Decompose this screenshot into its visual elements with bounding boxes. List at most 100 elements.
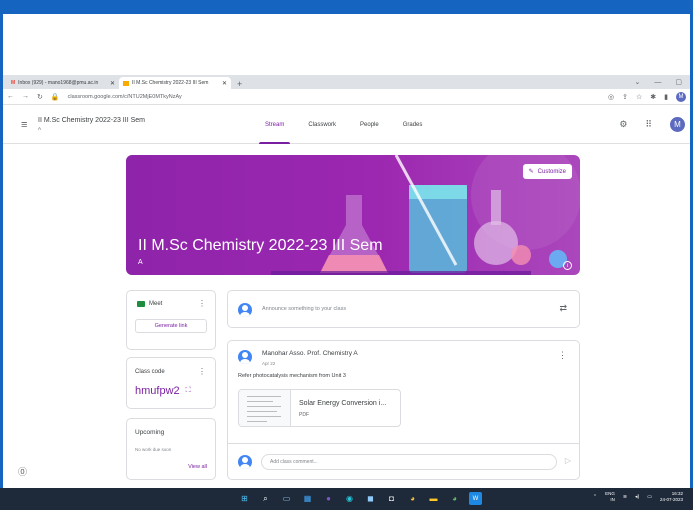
windows-taskbar: ⊞ ⌕ ▭ ▦ ● ◉ ◼ ◘ ◕ ▬ ◕ W ⌃ ENG IN ≋ ◂) ▭ … xyxy=(0,488,693,510)
post-date: Apr 22 xyxy=(262,361,276,366)
avatar xyxy=(238,455,252,469)
view-all-link[interactable]: View all xyxy=(188,464,207,470)
pencil-icon: ✎ xyxy=(528,169,534,175)
avatar xyxy=(238,350,252,364)
upcoming-card: Upcoming No work due soon View all xyxy=(126,418,216,480)
class-code-card: Class code ⋮ hmufpw2 ⛶ xyxy=(126,357,216,409)
class-code-label: Class code xyxy=(135,369,165,375)
classroom-header: ≡ II M.Sc Chemistry 2022-23 III Sem A St… xyxy=(3,105,690,144)
chrome-profile-icon[interactable]: ◕ xyxy=(448,492,461,505)
google-lens-icon[interactable]: ◎ xyxy=(608,93,614,101)
banner-section: A xyxy=(138,259,143,266)
attachment-title: Solar Energy Conversion i... xyxy=(299,400,387,407)
browser-profile-avatar[interactable]: M xyxy=(676,91,686,102)
share-icon[interactable]: ⇪ xyxy=(622,93,628,101)
chat-icon[interactable]: ● xyxy=(322,492,335,505)
wifi-icon[interactable]: ≋ xyxy=(623,494,627,500)
post-body: Refer photocatalysis mechanism from Unit… xyxy=(238,373,346,379)
post-author: Manohar Asso. Prof. Chemistry A xyxy=(262,350,358,357)
store-icon[interactable]: ◼ xyxy=(364,492,377,505)
reload-icon[interactable]: ↻ xyxy=(37,93,43,101)
gear-icon[interactable]: ⚙ xyxy=(619,119,627,130)
customize-label: Customize xyxy=(537,168,566,175)
edge-icon[interactable]: ◉ xyxy=(343,492,356,505)
language-indicator[interactable]: ENG IN xyxy=(605,491,615,503)
meet-card: Meet ⋮ Generate link xyxy=(126,290,216,350)
forward-icon[interactable]: → xyxy=(22,93,29,100)
info-icon[interactable]: i xyxy=(563,261,572,270)
comment-input[interactable]: Add class comment... xyxy=(261,454,557,470)
generate-link-button[interactable]: Generate link xyxy=(135,319,207,333)
extensions-icon[interactable]: ✱ xyxy=(650,93,656,101)
url-field[interactable]: classroom.google.com/c/NTU2MjE0MTkyNzAy xyxy=(68,94,182,100)
header-actions: ⚙ ⠿ M xyxy=(619,117,685,132)
battery-icon[interactable]: ▭ xyxy=(647,494,652,500)
more-options-icon[interactable]: ⋮ xyxy=(558,350,567,361)
customize-button[interactable]: ✎ Customize xyxy=(522,164,572,179)
more-options-icon[interactable]: ⋮ xyxy=(198,299,206,308)
lab-illustration xyxy=(271,155,580,275)
widgets-icon[interactable]: ▦ xyxy=(301,492,314,505)
language-bottom: IN xyxy=(610,497,615,502)
avatar xyxy=(238,303,252,317)
apps-grid-icon[interactable]: ⠿ xyxy=(645,119,652,130)
stream-post: Manohar Asso. Prof. Chemistry A Apr 22 ⋮… xyxy=(227,340,580,480)
more-options-icon[interactable]: ⋮ xyxy=(198,367,206,376)
window-controls: ⌄ — ▢ xyxy=(635,75,683,89)
class-code-value: hmufpw2 xyxy=(135,385,180,397)
tab-people[interactable]: People xyxy=(348,105,391,144)
comment-row: Add class comment... ▷ xyxy=(228,443,579,480)
browser-tabstrip: M Inbox (929) - mano1968@pmu.ac.in ✕ II … xyxy=(3,75,690,89)
announce-placeholder[interactable]: Announce something to your class xyxy=(262,306,346,312)
volume-icon[interactable]: ◂) xyxy=(635,494,639,500)
back-icon[interactable]: ← xyxy=(7,93,14,100)
file-explorer-icon[interactable]: ▬ xyxy=(427,492,440,505)
upcoming-label: Upcoming xyxy=(135,429,165,436)
lock-icon: 🔒 xyxy=(50,93,60,101)
windows-start-icon[interactable]: ⊞ xyxy=(238,492,251,505)
star-icon[interactable]: ☆ xyxy=(636,93,642,101)
tab-grades[interactable]: Grades xyxy=(391,105,435,144)
meet-label: Meet xyxy=(149,301,163,307)
system-tray: ⌃ ENG IN ≋ ◂) ▭ 16:32 24-07-2023 xyxy=(593,491,683,503)
search-icon[interactable]: ⌕ xyxy=(259,492,272,505)
meet-header: Meet xyxy=(137,301,162,307)
task-view-icon[interactable]: ▭ xyxy=(280,492,293,505)
tab-label: Inbox (929) - mano1968@pmu.ac.in xyxy=(18,80,99,86)
chevron-up-icon[interactable]: ⌃ xyxy=(593,494,597,500)
address-actions: ◎ ⇪ ☆ ✱ ▮ M xyxy=(608,91,686,102)
word-icon[interactable]: W xyxy=(469,492,482,505)
close-tab-icon[interactable]: ✕ xyxy=(222,80,227,87)
class-title[interactable]: II M.Sc Chemistry 2022-23 III Sem xyxy=(38,117,145,124)
taskbar-apps: ⊞ ⌕ ▭ ▦ ● ◉ ◼ ◘ ◕ ▬ ◕ W xyxy=(238,492,482,505)
attachment-card[interactable]: Solar Energy Conversion i... PDF xyxy=(238,389,401,427)
fullscreen-icon[interactable]: ⛶ xyxy=(186,387,191,395)
close-tab-icon[interactable]: ✕ xyxy=(110,80,115,87)
browser-tab-classroom[interactable]: II M.Sc Chemistry 2022-23 III Sem ✕ xyxy=(119,77,231,89)
chrome-icon[interactable]: ◕ xyxy=(406,492,419,505)
announce-box[interactable]: Announce something to your class ⇄ xyxy=(227,290,580,328)
minimize-icon[interactable]: — xyxy=(654,79,661,86)
class-code-value-row: hmufpw2 ⛶ xyxy=(135,385,191,397)
send-icon[interactable]: ▷ xyxy=(565,456,571,465)
pdf-thumbnail xyxy=(239,390,291,426)
meet-icon xyxy=(137,301,145,307)
class-section: A xyxy=(38,126,42,131)
class-banner: ✎ Customize II M.Sc Chemistry 2022-23 II… xyxy=(126,155,580,275)
browser-tab-gmail[interactable]: M Inbox (929) - mano1968@pmu.ac.in ✕ xyxy=(7,77,119,89)
repost-icon[interactable]: ⇄ xyxy=(559,303,567,314)
help-icon[interactable]: ⓪ xyxy=(18,465,27,478)
chevron-down-icon[interactable]: ⌄ xyxy=(635,78,641,86)
tab-classwork[interactable]: Classwork xyxy=(296,105,348,144)
clock[interactable]: 16:32 24-07-2023 xyxy=(660,491,683,503)
tab-stream[interactable]: Stream xyxy=(253,105,296,144)
address-bar: ← → ↻ 🔒 classroom.google.com/c/NTU2MjE0M… xyxy=(3,89,690,105)
new-tab-icon[interactable]: + xyxy=(237,79,242,89)
menu-icon[interactable]: ≡ xyxy=(21,119,27,131)
upcoming-empty-text: No work due soon xyxy=(135,447,172,452)
app-icon[interactable]: ◘ xyxy=(385,492,398,505)
banner-title: II M.Sc Chemistry 2022-23 III Sem xyxy=(138,237,383,254)
sidepanel-icon[interactable]: ▮ xyxy=(664,93,668,101)
account-avatar[interactable]: M xyxy=(670,117,685,132)
maximize-icon[interactable]: ▢ xyxy=(675,78,682,86)
